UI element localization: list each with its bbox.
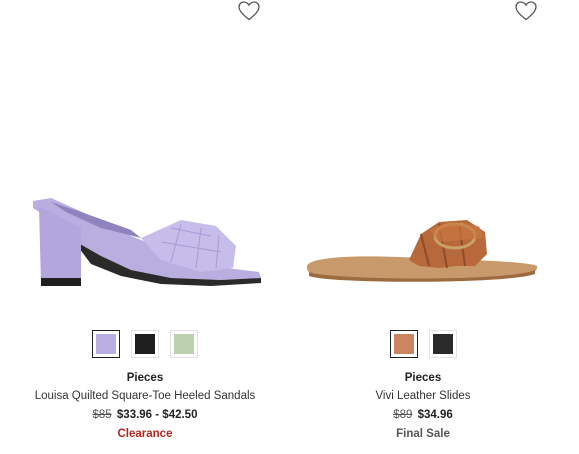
swatch-black[interactable]: [428, 330, 457, 358]
swatch-sage[interactable]: [170, 330, 198, 358]
sale-price: $33.96 - $42.50: [116, 409, 198, 421]
color-swatches: [289, 330, 557, 358]
product-brand: Pieces: [404, 372, 442, 384]
final-sale-badge: Final Sale: [396, 428, 450, 440]
product-brand: Pieces: [126, 372, 164, 384]
product-card-louisa[interactable]: Pieces Louisa Quilted Square-Toe Heeled …: [11, 0, 279, 454]
clearance-badge: Clearance: [117, 428, 173, 440]
swatch-black[interactable]: [131, 330, 159, 358]
product-name[interactable]: Vivi Leather Slides: [289, 390, 557, 402]
color-swatches: [11, 330, 279, 358]
product-card-vivi[interactable]: Pieces Vivi Leather Slides $89 $34.96 Fi…: [289, 0, 557, 454]
product-price: $85 $33.96 - $42.50: [11, 409, 279, 421]
heart-icon[interactable]: [237, 0, 261, 22]
original-price: $85: [92, 409, 112, 421]
product-name[interactable]: Louisa Quilted Square-Toe Heeled Sandals: [11, 390, 279, 402]
lavender-heeled-sandal-image[interactable]: [11, 150, 279, 300]
product-price: $89 $34.96: [289, 409, 557, 421]
swatch-tan[interactable]: [389, 330, 418, 358]
original-price: $89: [393, 409, 413, 421]
tan-leather-slide-image[interactable]: [289, 150, 557, 300]
heart-icon[interactable]: [514, 0, 538, 22]
sale-price: $34.96: [417, 409, 453, 421]
swatch-lavender[interactable]: [92, 330, 120, 358]
product-grid: Pieces Louisa Quilted Square-Toe Heeled …: [0, 0, 579, 454]
